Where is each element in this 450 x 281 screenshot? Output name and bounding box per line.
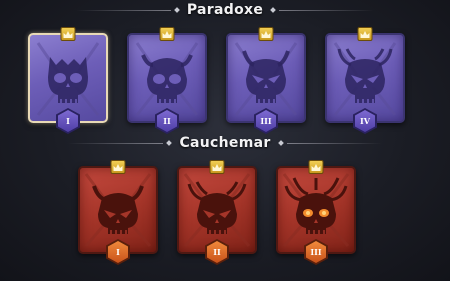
level-numeral: II bbox=[163, 116, 171, 126]
crown-icon bbox=[258, 27, 274, 41]
divider-dot bbox=[166, 140, 173, 146]
divider-dot bbox=[277, 140, 284, 146]
level-numeral: IV bbox=[360, 116, 370, 126]
divider-line bbox=[279, 9, 375, 11]
level-numeral: II bbox=[213, 247, 221, 257]
divider-dot bbox=[174, 7, 180, 13]
divider-line bbox=[68, 142, 164, 144]
level-numeral: III bbox=[260, 116, 272, 126]
difficulty-card-paradoxe-2[interactable]: II bbox=[127, 27, 207, 134]
section-heading-cauchemar: Cauchemar bbox=[0, 133, 450, 153]
level-numeral: I bbox=[116, 247, 120, 257]
crown-icon bbox=[110, 160, 126, 174]
crown-icon bbox=[357, 27, 373, 41]
difficulty-card-paradoxe-1[interactable]: I bbox=[28, 27, 108, 134]
difficulty-card-paradoxe-4[interactable]: IV bbox=[325, 27, 405, 134]
difficulty-card-cauchemar-3[interactable]: III bbox=[276, 160, 356, 265]
divider-dot bbox=[270, 7, 276, 13]
section-heading-paradoxe: Paradoxe bbox=[0, 0, 450, 20]
difficulty-card-cauchemar-1[interactable]: I bbox=[78, 160, 158, 265]
level-numeral: I bbox=[66, 116, 70, 126]
crown-icon bbox=[209, 160, 225, 174]
level-numeral: III bbox=[310, 247, 322, 257]
section-title-paradoxe: Paradoxe bbox=[186, 2, 264, 18]
divider-line bbox=[286, 142, 382, 144]
section-title-cauchemar: Cauchemar bbox=[179, 135, 271, 151]
difficulty-card-cauchemar-2[interactable]: II bbox=[177, 160, 257, 265]
divider-line bbox=[75, 9, 171, 11]
crown-icon bbox=[60, 27, 76, 41]
crown-icon bbox=[308, 160, 324, 174]
crown-icon bbox=[159, 27, 175, 41]
difficulty-card-paradoxe-3[interactable]: III bbox=[226, 27, 306, 134]
